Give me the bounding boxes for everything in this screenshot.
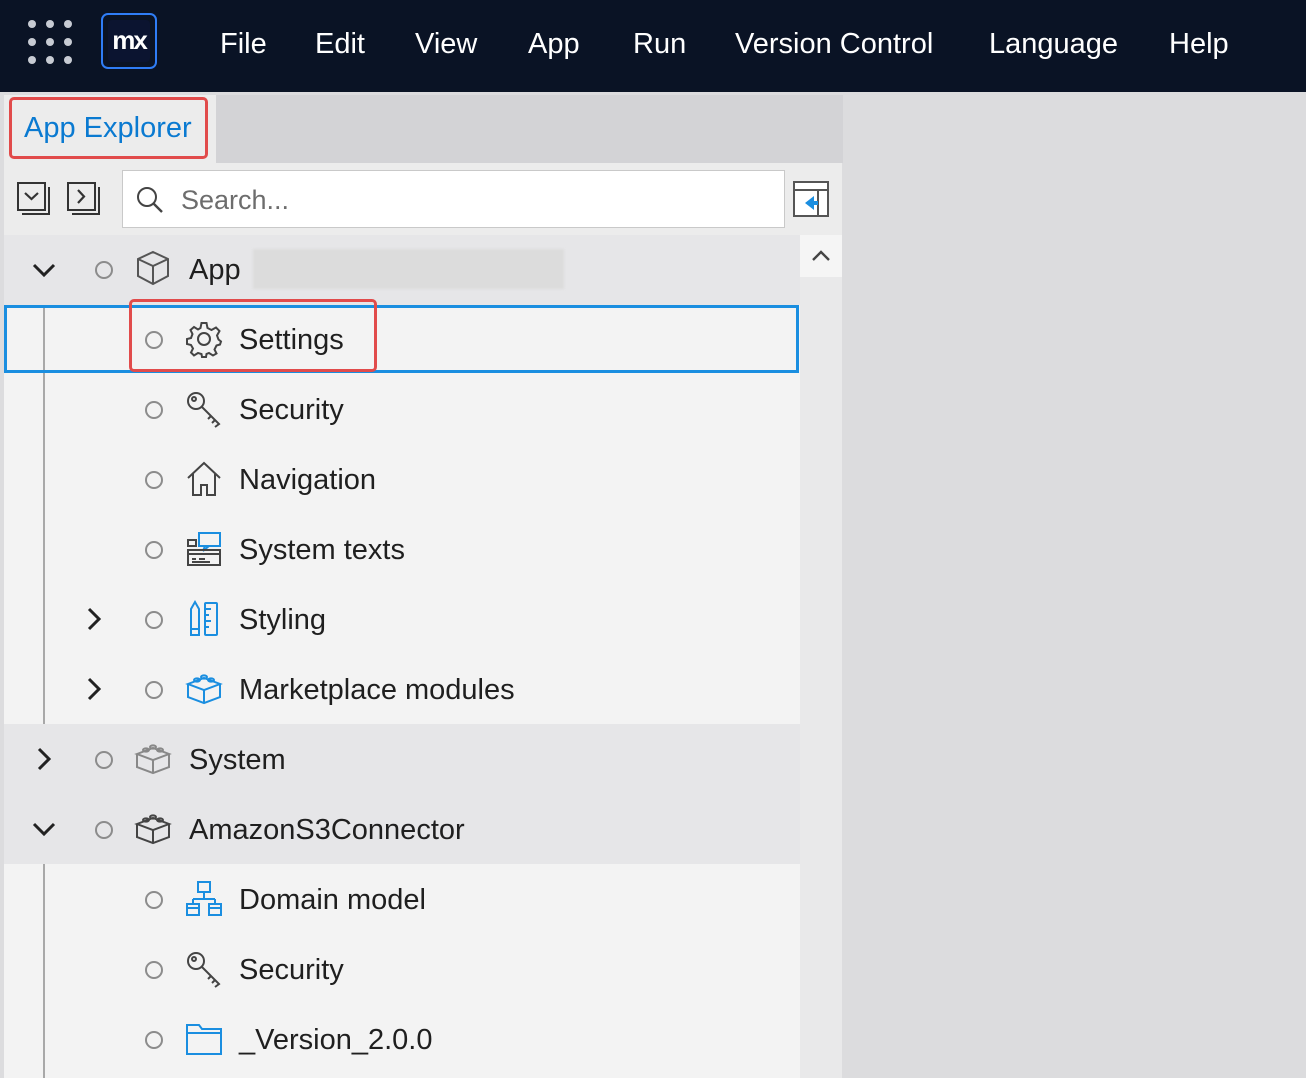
menu-view[interactable]: View [415, 24, 477, 64]
menu-language[interactable]: Language [989, 24, 1118, 64]
tree-node-system[interactable] [4, 724, 800, 794]
menu-file[interactable]: File [220, 24, 267, 64]
menu-app[interactable]: App [528, 24, 580, 64]
chevron-up-icon [812, 250, 830, 261]
scroll-up-button[interactable] [800, 235, 842, 277]
editor-area [847, 92, 1306, 1078]
gear-icon [186, 322, 223, 358]
status-indicator [145, 331, 163, 349]
system-texts-icon [187, 532, 221, 566]
mendix-logo-text: mx [108, 20, 150, 62]
tree-node-styling[interactable] [4, 585, 800, 655]
tree-node-label: Marketplace modules [239, 674, 515, 706]
chevron-down-icon[interactable] [29, 814, 59, 844]
tree-node-label: Navigation [239, 464, 377, 496]
tree-node-module-security[interactable] [4, 934, 800, 1004]
folder-icon [186, 1024, 222, 1055]
tree-node-navigation[interactable] [4, 445, 800, 515]
chevron-right-icon[interactable] [29, 744, 59, 774]
tree-node-label: System [189, 744, 286, 776]
tree-node-security[interactable] [4, 375, 800, 445]
status-indicator [145, 541, 163, 559]
chevron-right-icon[interactable] [79, 604, 109, 634]
tree-node-label: Security [239, 394, 344, 426]
status-indicator [95, 751, 113, 769]
menu-bar: mx File Edit View App Run Version Contro… [0, 0, 1306, 92]
status-indicator [95, 821, 113, 839]
key-icon [187, 952, 221, 988]
scrollbar[interactable] [800, 235, 842, 1078]
status-indicator [145, 611, 163, 629]
domain-model-icon [186, 881, 222, 916]
tree-node-label: Settings [239, 324, 344, 356]
status-indicator [145, 681, 163, 699]
styling-icon [190, 600, 218, 636]
mendix-logo: mx [101, 13, 157, 69]
module-icon [134, 744, 172, 775]
tree-node-label: Security [239, 954, 344, 986]
chevron-down-icon[interactable] [29, 255, 59, 285]
search-icon [137, 187, 163, 213]
expand-all-icon[interactable] [65, 180, 101, 216]
chevron-right-icon[interactable] [79, 674, 109, 704]
status-indicator [145, 891, 163, 909]
collapse-all-icon[interactable] [15, 180, 51, 216]
menu-run[interactable]: Run [633, 24, 686, 64]
status-indicator [145, 471, 163, 489]
status-indicator [95, 261, 113, 279]
home-icon [187, 461, 221, 496]
marketplace-module-icon [185, 674, 223, 705]
tree-node-label: _Version_2.0.0 [239, 1024, 433, 1056]
status-indicator [145, 401, 163, 419]
apps-grid-icon[interactable] [28, 20, 72, 64]
menu-version-control[interactable]: Version Control [735, 24, 933, 64]
menu-help[interactable]: Help [1169, 24, 1229, 64]
status-indicator [145, 1031, 163, 1049]
tree-node-label: AmazonS3Connector [189, 814, 465, 846]
tree-node-settings[interactable] [4, 305, 800, 375]
dock-panel-icon[interactable] [792, 180, 830, 218]
status-indicator [145, 961, 163, 979]
redacted-app-name [253, 249, 564, 289]
tree-node-label: Domain model [239, 884, 426, 916]
search-box[interactable] [122, 170, 785, 228]
menu-edit[interactable]: Edit [315, 24, 365, 64]
cube-icon [137, 250, 169, 286]
search-input[interactable] [179, 181, 773, 219]
tree-node-label: System texts [239, 534, 405, 566]
tree-node-label: App [189, 254, 241, 286]
key-icon [187, 392, 221, 428]
module-icon [134, 814, 172, 845]
tree-node-label: Styling [239, 604, 327, 636]
panel-title: App Explorer [24, 112, 192, 144]
tab-strip [216, 95, 843, 163]
